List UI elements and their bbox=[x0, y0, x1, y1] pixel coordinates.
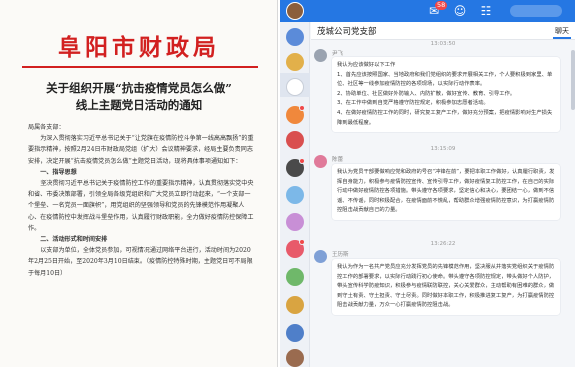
conversation-avatar[interactable] bbox=[286, 296, 304, 314]
message-text: 4、在做好疫情防控工作的同时，研究复工复产工作，做好充分预案，把疫情影响对生产损… bbox=[337, 109, 553, 126]
doc-header: 阜阳市财政局 bbox=[58, 34, 220, 61]
groups-icon[interactable]: ☷ bbox=[478, 3, 494, 19]
sender-name: 陈蕾 bbox=[332, 157, 344, 163]
unread-dot bbox=[299, 158, 305, 164]
message-text: 我认为应该做好以下工作 bbox=[337, 62, 396, 68]
conversation-avatar[interactable] bbox=[286, 186, 304, 204]
sender-avatar[interactable] bbox=[314, 155, 327, 168]
chat-window: 茂城公司党支部 聊天 13:03:50 尹飞 我认为应该做好以下工作 1、首先应… bbox=[311, 22, 575, 367]
scrollbar[interactable] bbox=[571, 50, 575, 110]
message-bubble: 我认为党员干部要做响应党和政府的号召“冲锋在前”，要把本职工作做好，认真履行职责… bbox=[332, 164, 560, 220]
chat-app: ✉ 58 ☺ ☷ 茂城公司党支部 聊天 13:03:50 尹飞 我认为应该做好以… bbox=[280, 0, 575, 367]
doc-title-line2: 线上主题党日活动的通知 bbox=[75, 98, 203, 112]
search-input[interactable] bbox=[510, 5, 562, 17]
message-timestamp: 13:26:22 bbox=[430, 241, 456, 247]
unread-badge: 58 bbox=[435, 1, 448, 10]
conversation-avatar[interactable] bbox=[286, 78, 304, 96]
message-text: 3、在工作中做到自觉严格遵守防控规定，积极参加志愿者活动。 bbox=[337, 100, 489, 107]
message-bubble: 我认为应该做好以下工作 1、首先应该按照国家、当地政府和我们党组织的要求开展相关… bbox=[332, 57, 560, 133]
message-text: 2、协助单位、社区做好外防输入、内防扩散，做好宣传、教育、引导工作。 bbox=[337, 90, 516, 97]
tab-active-indicator bbox=[553, 37, 571, 39]
conversation-avatar[interactable] bbox=[286, 53, 304, 71]
unread-dot bbox=[299, 105, 305, 111]
chat-header: 茂城公司党支部 聊天 bbox=[311, 22, 575, 40]
conversation-avatar[interactable] bbox=[286, 28, 304, 46]
document-panel: 阜阳市财政局 关于组织开展“抗击疫情党员怎么做” 线上主题党日活动的通知 局属各… bbox=[0, 0, 278, 367]
sender-name: 尹飞 bbox=[332, 51, 344, 57]
red-divider bbox=[22, 66, 258, 68]
avatar[interactable] bbox=[286, 2, 304, 20]
doc-title-line1: 关于组织开展“抗击疫情党员怎么做” bbox=[46, 81, 232, 95]
sender-name: 王历斯 bbox=[332, 252, 349, 258]
doc-section-2-heading: 二、活动形式和时间安排 bbox=[40, 236, 108, 244]
chat-title: 茂城公司党支部 bbox=[317, 27, 377, 37]
conversation-list bbox=[280, 22, 310, 367]
message-timestamp: 13:15:09 bbox=[430, 146, 456, 152]
doc-section-2-text: 以支部为单位，全体党员参加，可视情况通过网络平台进行，活动时间为2020年2月2… bbox=[28, 247, 253, 277]
sender-avatar[interactable] bbox=[314, 250, 327, 263]
doc-section-1-text: 坚决贯彻习近平总书记关于疫情防控工作的重要指示精神，认真贯彻落实党中央和省、市委… bbox=[28, 180, 254, 232]
doc-body: 局属各支部： 为深入贯彻落实习近平总书记关于“让党旗在疫情防控斗争第一线高高飘扬… bbox=[28, 122, 256, 279]
message-text: 我认为作为一名共产党员应充分发挥党员的先锋模范作用，坚决服从并落实党组织关于疫情… bbox=[337, 264, 555, 309]
message-timestamp: 13:03:50 bbox=[430, 41, 456, 47]
unread-dot bbox=[299, 239, 305, 245]
message-bubble: 我认为作为一名共产党员应充分发挥党员的先锋模范作用，坚决服从并落实党组织关于疫情… bbox=[332, 259, 560, 315]
message-text: 我认为党员干部要做响应党和政府的号召“冲锋在前”，要把本职工作做好，认真履行职责… bbox=[337, 169, 555, 214]
conversation-avatar[interactable] bbox=[286, 324, 304, 342]
conversation-avatar[interactable] bbox=[286, 349, 304, 367]
app-topbar: ✉ 58 ☺ ☷ bbox=[280, 0, 575, 22]
doc-intro: 为深入贯彻落实习近平总书记关于“让党旗在疫情防控斗争第一线高高飘扬”的重要指示精… bbox=[28, 135, 254, 165]
doc-section-1-heading: 一、指导思想 bbox=[40, 168, 77, 176]
conversation-avatar[interactable] bbox=[286, 213, 304, 231]
doc-salutation: 局属各支部： bbox=[28, 124, 65, 131]
conversation-avatar[interactable] bbox=[286, 268, 304, 286]
tab-chat[interactable]: 聊天 bbox=[555, 26, 569, 36]
conversation-avatar[interactable] bbox=[286, 131, 304, 149]
message-text: 1、首先应该按照国家、当地政府和我们党组织的要求开展相关工作，个人要积极到家里、… bbox=[337, 71, 553, 88]
sender-avatar[interactable] bbox=[314, 49, 327, 62]
contacts-icon[interactable]: ☺ bbox=[452, 3, 468, 19]
